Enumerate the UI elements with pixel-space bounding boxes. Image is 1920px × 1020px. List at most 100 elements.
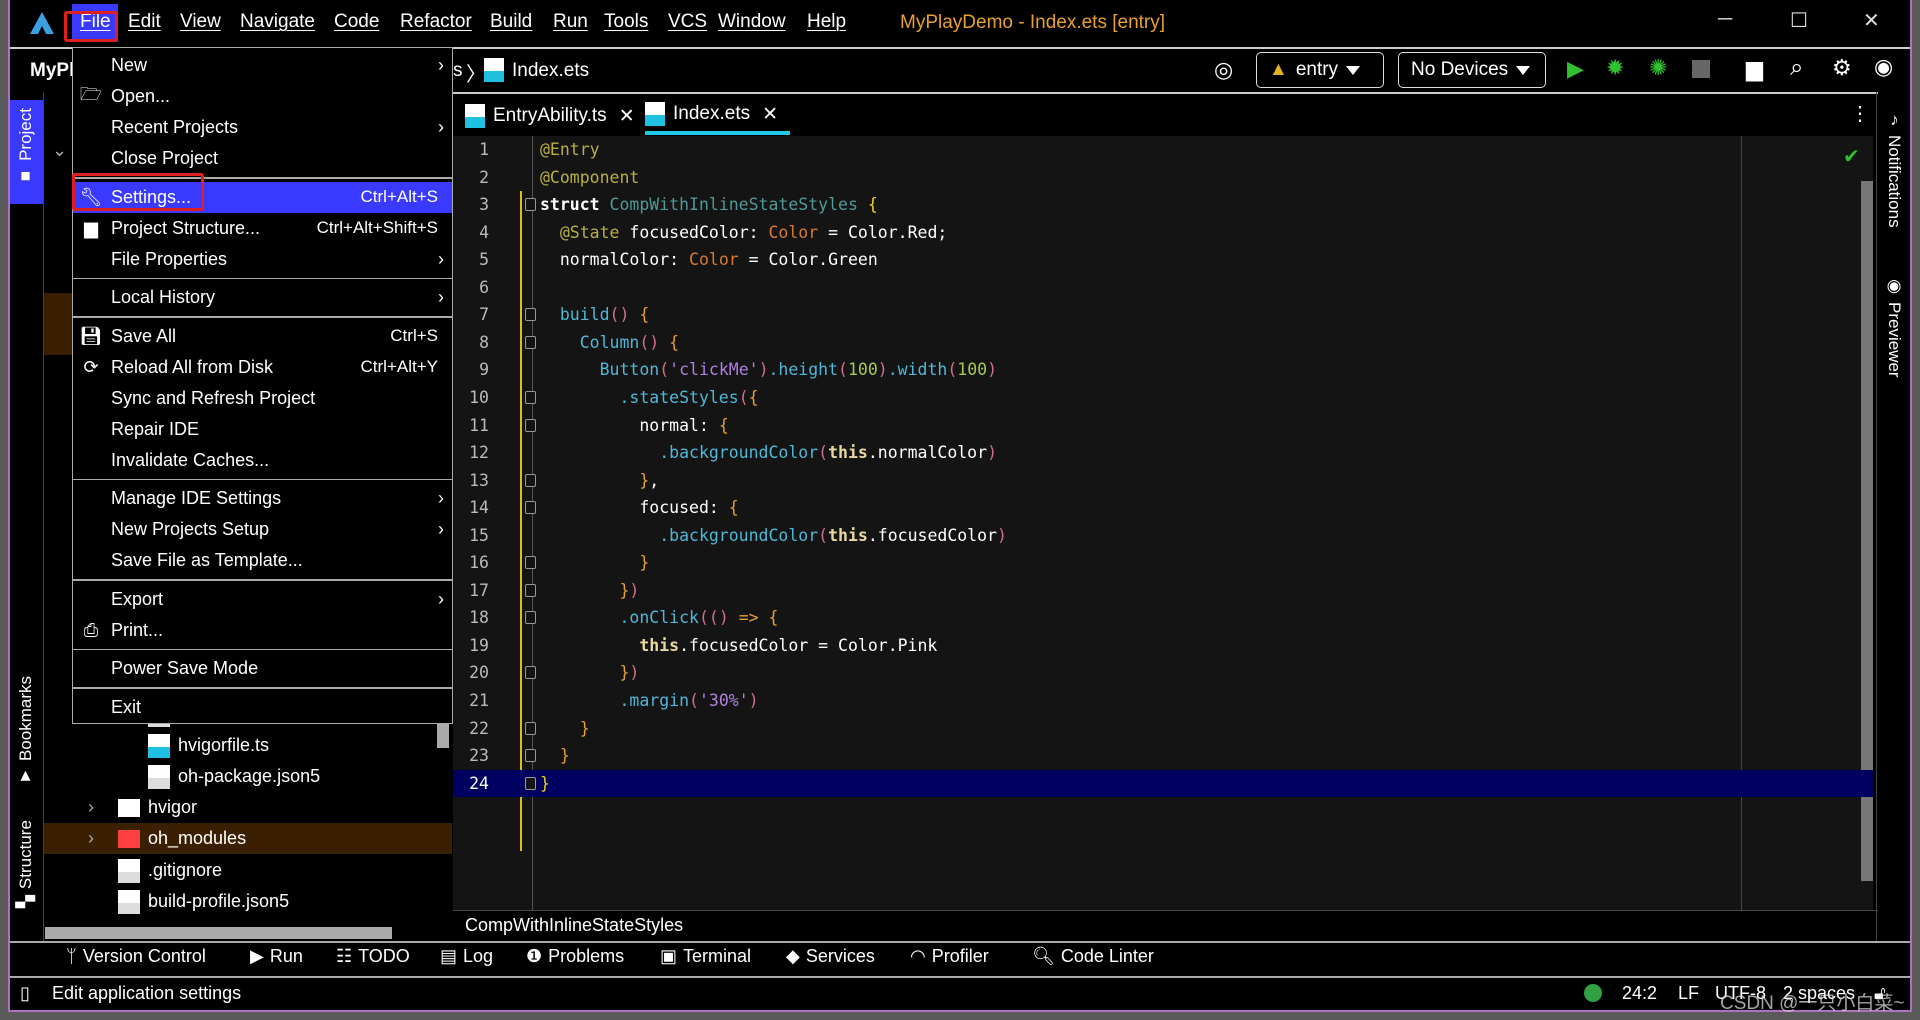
minimize-button[interactable]: ─ [1718, 8, 1732, 31]
menu-tools[interactable]: Tools [604, 11, 648, 33]
debug-icon[interactable]: ✹ [1606, 57, 1624, 79]
menu-item-power-save-mode[interactable]: Power Save Mode [73, 653, 452, 684]
tool-window-terminal[interactable]: ▣ Terminal [660, 946, 751, 967]
tree-item[interactable]: build-profile.json5 [44, 886, 452, 917]
editor-breadcrumb[interactable]: CompWithInlineStateStyles [465, 915, 683, 936]
menu-item-manage-ide-settings[interactable]: Manage IDE Settings › [73, 483, 452, 514]
code-line[interactable]: 1 @Entry [453, 136, 1873, 164]
menu-view[interactable]: View [180, 11, 221, 33]
status-indicator-icon[interactable] [1584, 984, 1602, 1002]
fold-marker-icon[interactable] [525, 556, 536, 570]
device-selector[interactable]: No Devices [1398, 52, 1546, 88]
breadcrumb-prefix[interactable]: s [453, 60, 463, 82]
tree-item[interactable]: oh-package.json5 [44, 761, 452, 792]
attach-debugger-icon[interactable]: ✺ [1649, 57, 1667, 79]
code-line[interactable]: 11 normal: { [453, 412, 1873, 440]
fold-marker-icon[interactable] [525, 501, 536, 515]
menu-vcs[interactable]: VCS [668, 11, 707, 33]
tab-index-ets[interactable]: Index.ets ✕ [645, 97, 791, 135]
tool-window-run[interactable]: ▶ Run [250, 946, 303, 967]
code-line[interactable]: 24} [453, 769, 1873, 798]
menu-item-local-history[interactable]: Local History › [73, 282, 452, 313]
fold-marker-icon[interactable] [525, 721, 536, 735]
bookmarks-tab[interactable]: ▼ Bookmarks [16, 676, 36, 786]
code-line[interactable]: 12 .backgroundColor(this.normalColor) [453, 439, 1873, 467]
menu-build[interactable]: Build [490, 11, 532, 33]
code-line[interactable]: 23 } [453, 742, 1873, 770]
menu-item-invalidate-caches[interactable]: Invalidate Caches... [73, 445, 452, 476]
menu-item-recent-projects[interactable]: Recent Projects › [73, 112, 452, 143]
project-name[interactable]: MyPl [30, 60, 74, 82]
fold-marker-icon[interactable] [525, 776, 536, 790]
code-line[interactable]: 4 @State focusedColor: Color = Color.Red… [453, 219, 1873, 247]
status-panel-icon[interactable]: ▯ [20, 983, 30, 1004]
close-icon[interactable]: ✕ [619, 105, 635, 128]
fold-marker-icon[interactable] [525, 308, 536, 322]
code-line[interactable]: 19 this.focusedColor = Color.Pink [453, 632, 1873, 660]
line-ending[interactable]: LF [1678, 983, 1699, 1004]
tree-item[interactable]: hvigorfile.ts [44, 730, 452, 761]
menu-item-save-file-as-template[interactable]: Save File as Template... [73, 545, 452, 576]
maximize-button[interactable]: ☐ [1790, 8, 1808, 33]
menu-refactor[interactable]: Refactor [400, 11, 472, 33]
fold-marker-icon[interactable] [525, 611, 536, 625]
structure-tab[interactable]: ▚ Structure [16, 820, 36, 908]
fold-marker-icon[interactable] [525, 198, 536, 212]
menu-item-file-properties[interactable]: File Properties › [73, 244, 452, 275]
code-line[interactable]: 10 .stateStyles({ [453, 384, 1873, 412]
stop-icon[interactable] [1692, 60, 1710, 78]
menu-item-new-projects-setup[interactable]: New Projects Setup › [73, 514, 452, 545]
code-line[interactable]: 18 .onClick(() => { [453, 604, 1873, 632]
code-line[interactable]: 22 } [453, 715, 1873, 743]
code-line[interactable]: 9 Button('clickMe').height(100).width(10… [453, 356, 1873, 384]
menu-item-project-structure[interactable]: ▆ Project Structure... Ctrl+Alt+Shift+S [73, 213, 452, 244]
code-line[interactable]: 21 .margin('30%') [453, 687, 1873, 715]
menu-item-open[interactable]: 🗁 Open... [73, 81, 452, 112]
tool-window-log[interactable]: ▤ Log [440, 946, 493, 967]
menu-window[interactable]: Window [718, 11, 786, 33]
tree-item[interactable]: › oh_modules [44, 823, 452, 854]
tool-window-problems[interactable]: ❶ Problems [526, 946, 624, 967]
run-icon[interactable]: ▶ [1567, 58, 1584, 80]
notifications-tab[interactable]: ♪ Notifications [1884, 110, 1904, 228]
tool-window-services[interactable]: ◆ Services [786, 946, 875, 967]
search-icon[interactable]: ⌕ [1790, 56, 1803, 80]
code-line[interactable]: 3 struct CompWithInlineStateStyles { [453, 191, 1873, 219]
fold-marker-icon[interactable] [525, 418, 536, 432]
menu-item-save-all[interactable]: 💾︎ Save All Ctrl+S [73, 321, 452, 352]
menu-item-close-project[interactable]: Close Project [73, 143, 452, 174]
code-line[interactable]: 7 build() { [453, 301, 1873, 329]
caret-position[interactable]: 24:2 [1622, 983, 1657, 1004]
menu-edit[interactable]: Edit [128, 11, 161, 33]
tab-options-icon[interactable]: ⋮ [1850, 104, 1870, 124]
account-icon[interactable]: ◉ [1874, 56, 1893, 78]
module-selector[interactable]: ▲ entry [1256, 52, 1384, 88]
project-tab-label[interactable]: ■ Project [16, 108, 36, 186]
gear-icon[interactable]: ⚙ [1832, 57, 1852, 79]
fold-marker-icon[interactable] [525, 666, 536, 680]
menu-navigate[interactable]: Navigate [240, 11, 315, 33]
tree-item[interactable]: .gitignore [44, 855, 452, 886]
fold-marker-icon[interactable] [525, 390, 536, 404]
menu-item-export[interactable]: Export › [73, 584, 452, 615]
code-line[interactable]: 14 focused: { [453, 494, 1873, 522]
close-icon[interactable]: ✕ [762, 103, 778, 126]
menu-item-exit[interactable]: Exit [73, 692, 452, 723]
menu-run[interactable]: Run [553, 11, 588, 33]
menu-item-sync-and-refresh-project[interactable]: Sync and Refresh Project [73, 383, 452, 414]
tree-horizontal-scrollbar[interactable] [45, 927, 392, 939]
breadcrumb-file[interactable]: Index.ets [512, 60, 589, 82]
tab-entryability-ts[interactable]: EntryAbility.ts ✕ [465, 97, 635, 135]
code-editor[interactable]: ✔ 1 @Entry 2 @Component 3 struct CompWithInli… [453, 136, 1873, 910]
tree-item[interactable]: › hvigor [44, 792, 452, 823]
menu-item-reload-all-from-disk[interactable]: ⟳ Reload All from Disk Ctrl+Alt+Y [73, 352, 452, 383]
chevron-right-icon[interactable]: › [88, 828, 94, 849]
code-line[interactable]: 5 normalColor: Color = Color.Green [453, 246, 1873, 274]
chevron-right-icon[interactable]: › [88, 797, 94, 818]
menu-help[interactable]: Help [807, 11, 846, 33]
code-line[interactable]: 8 Column() { [453, 329, 1873, 357]
collapse-chevron[interactable]: ⌄ [52, 140, 67, 161]
close-button[interactable]: ✕ [1863, 8, 1880, 33]
code-line[interactable]: 13 }, [453, 467, 1873, 495]
code-line[interactable]: 16 } [453, 549, 1873, 577]
